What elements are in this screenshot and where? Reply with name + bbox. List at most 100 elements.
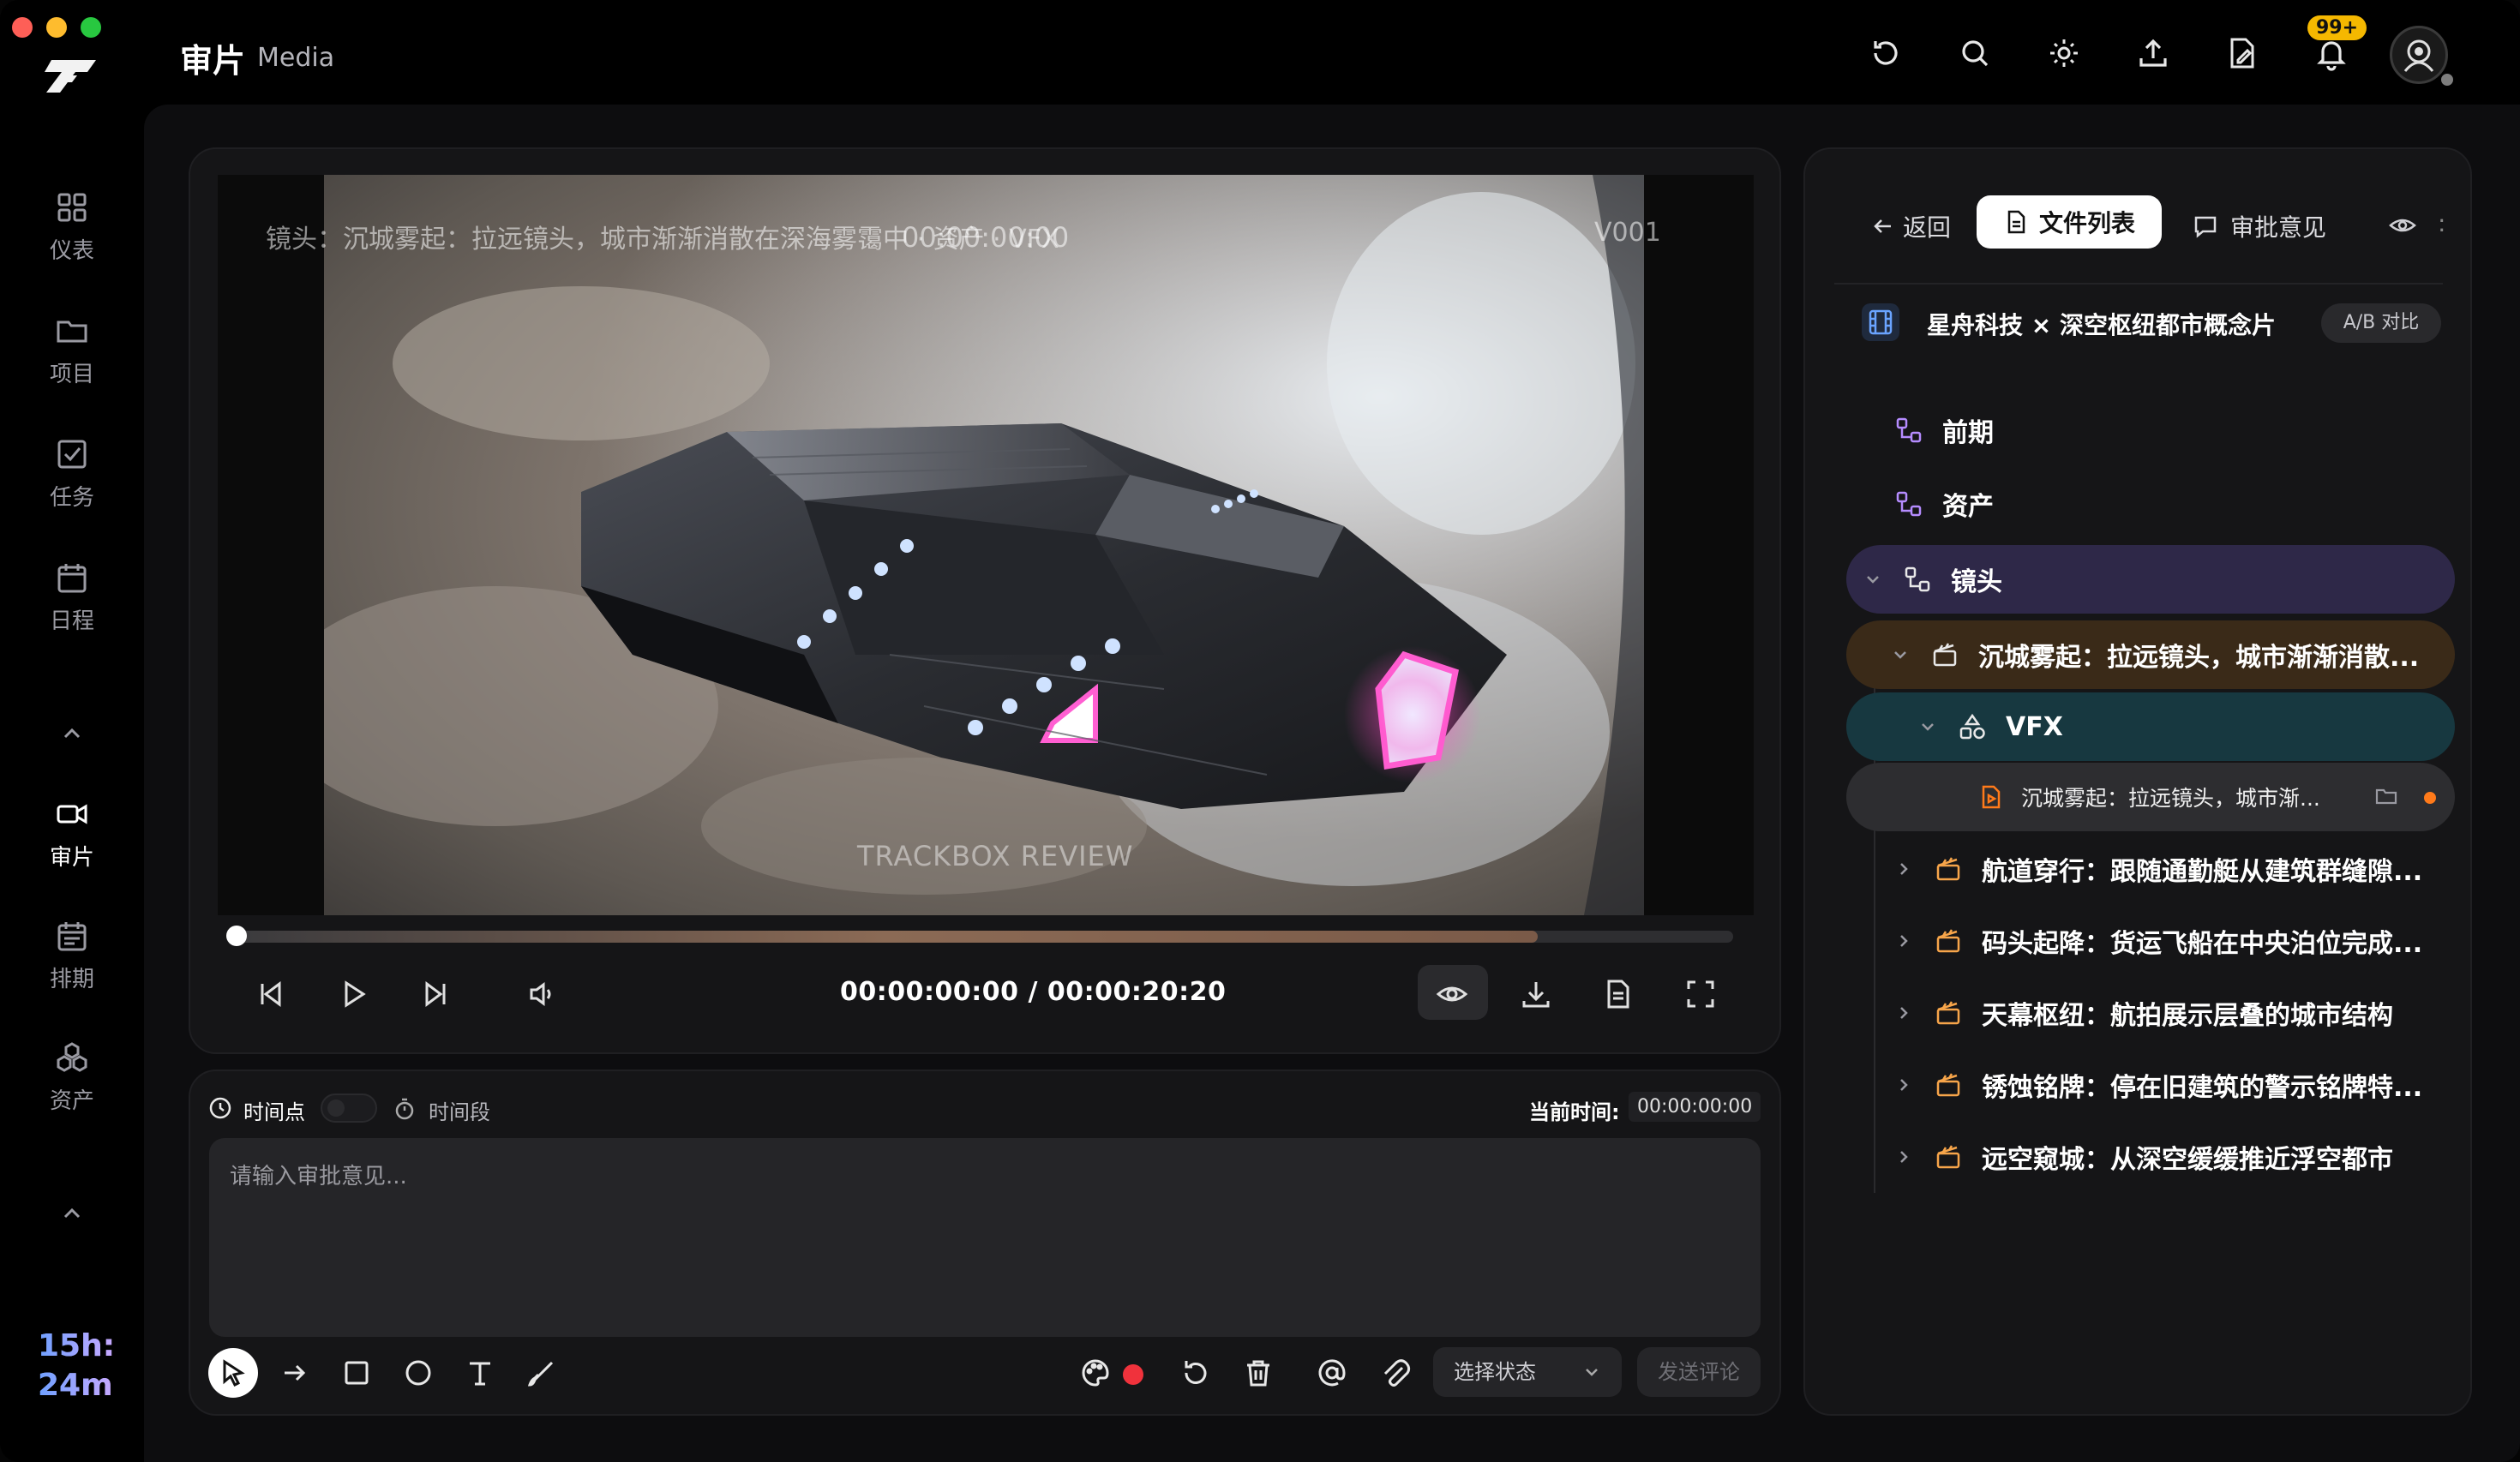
arrow-tool-icon[interactable] [278,1356,312,1390]
clapperboard-icon [1936,1073,1960,1097]
search-icon[interactable] [1956,34,1994,72]
tree-item-assets[interactable]: 资产 [1894,470,1994,538]
tree-item-label: 天幕枢纽：航拍展示层叠的城市结构 [1982,1001,2393,1031]
comment-bubble-icon [2194,216,2217,238]
sidebar-item-dashboard[interactable]: 仪表 [0,190,144,265]
rectangle-tool-icon[interactable] [339,1356,374,1390]
tree-item-shot-active[interactable]: 沉城雾起：拉远镜头，城市渐渐消散... [1846,620,2455,689]
download-icon[interactable] [1519,977,1553,1011]
video-viewport[interactable] [218,175,1754,915]
app-logo-icon[interactable] [43,55,99,98]
eye-icon[interactable] [2388,211,2417,240]
status-select[interactable]: 选择状态 [1433,1347,1622,1397]
timerange-label: 时间段 [429,1100,490,1124]
send-comment-button[interactable]: 发送评论 [1637,1347,1761,1397]
tree-item-shot[interactable]: 远空窥城：从深空缓缓推近浮空都市 [1894,1123,2393,1191]
chevron-right-icon [1900,863,1908,875]
avatar[interactable] [2390,26,2448,84]
sidebar-item-tasks[interactable]: 任务 [0,437,144,512]
close-window-button[interactable] [12,17,33,38]
clapperboard-icon [1936,857,1960,881]
file-edit-icon[interactable] [2223,34,2261,72]
chevron-right-icon [1900,935,1908,947]
attachment-icon[interactable] [1378,1356,1413,1390]
tree-item-shot[interactable]: 锈蚀铭牌：停在旧建筑的警示铭牌特... [1894,1051,2422,1119]
more-tabs-indicator[interactable]: : [2438,209,2445,237]
document-icon [2007,210,2025,234]
tree-item-file-active[interactable]: 沉城雾起：拉远镜头，城市渐... [1846,763,2455,831]
chevron-right-icon [1900,1079,1908,1091]
sidebar-item-label: 排期 [49,967,94,992]
page-subtitle: Media [257,43,335,73]
minimize-window-button[interactable] [46,17,67,38]
tab-file-list[interactable]: 文件列表 [1977,195,2162,249]
back-button[interactable]: 返回 [1872,209,1951,243]
eye-icon [1436,986,1468,1002]
circle-tool-icon[interactable] [401,1356,435,1390]
sidebar-item-label: 任务 [49,485,94,511]
tree-item-shot[interactable]: 航道穿行：跟随通勤艇从建筑群缝隙... [1894,835,2422,903]
review-comment-input[interactable] [209,1138,1761,1337]
upload-icon[interactable] [2134,34,2172,72]
tree-item-vfx[interactable]: VFX [1846,692,2455,761]
video-frame-spaceship [324,175,1644,915]
brush-tool-icon[interactable] [525,1356,559,1390]
unread-indicator [2424,792,2436,804]
playback-progress-bar[interactable] [226,926,1733,946]
folder-open-icon[interactable] [2374,783,2400,809]
sidebar-item-schedule[interactable]: 日程 [0,560,144,635]
work-timer: 15h: 24m [38,1327,115,1405]
sidebar-item-review[interactable]: 审片 [0,797,144,872]
current-time-value: 00:00:00:00 [1629,1092,1761,1122]
sidebar-item-label: 资产 [49,1088,94,1114]
sidebar-item-assets[interactable]: 资产 [0,1040,144,1115]
tree-item-shots[interactable]: 镜头 [1846,545,2455,614]
text-tool-icon[interactable] [463,1356,497,1390]
tree-item-label: 前期 [1942,418,1994,448]
undo-icon[interactable] [1178,1356,1212,1390]
timer-minutes: 24m [38,1366,115,1405]
sidebar-item-planning[interactable]: 排期 [0,919,144,993]
tab-review-comments[interactable]: 审批意见 [2193,209,2326,243]
sun-theme-icon[interactable] [2045,34,2083,72]
skip-forward-icon[interactable] [418,977,453,1011]
maximize-window-button[interactable] [81,17,101,38]
current-color-swatch[interactable] [1123,1364,1143,1385]
refresh-icon[interactable] [1867,34,1905,72]
current-time-label: 当前时间: [1529,1100,1620,1124]
cursor-arrow-icon [223,1359,245,1387]
assets-icon [57,1042,87,1072]
sidebar-item-label: 日程 [49,608,94,634]
time-mode-toggle[interactable] [321,1094,377,1123]
tab-review-label: 审批意见 [2230,213,2327,242]
tree-item-label: 沉城雾起：拉远镜头，城市渐渐消散... [1978,643,2420,673]
document-icon[interactable] [1601,977,1635,1011]
video-watermark-brand: TRACKBOX REVIEW [857,840,1134,872]
tree-item-shot[interactable]: 天幕枢纽：航拍展示层叠的城市结构 [1894,979,2393,1047]
volume-icon[interactable] [525,977,559,1011]
mention-icon[interactable] [1315,1356,1349,1390]
collapse-chevron-icon[interactable] [55,720,89,746]
tree-item-label: 远空窥城：从深空缓缓推近浮空都市 [1982,1145,2393,1175]
sidebar-item-projects[interactable]: 项目 [0,314,144,388]
tree-item-label: VFX [2006,711,2063,742]
presence-indicator [2439,72,2455,87]
chevron-down-icon [1867,576,1879,584]
trash-icon[interactable] [1241,1356,1275,1390]
clapperboard-icon [1936,1001,1960,1025]
collapse-chevron-icon[interactable] [55,1200,89,1225]
skip-back-icon[interactable] [254,977,288,1011]
page-title: 审片 [180,42,246,80]
spaceship-render-image [324,175,1644,915]
palette-icon[interactable] [1078,1356,1113,1390]
chevron-down-icon [1586,1369,1598,1376]
tree-item-pre[interactable]: 前期 [1894,396,1994,464]
project-icon [1862,303,1899,341]
progress-scrubber-handle[interactable] [226,926,247,946]
fullscreen-icon[interactable] [1683,977,1718,1011]
play-icon[interactable] [336,977,370,1011]
tree-item-label: 镜头 [1951,567,2002,597]
ab-compare-button[interactable]: A/B 对比 [2321,303,2441,343]
current-timecode: 00:00:00:00 [840,977,1019,1007]
tree-item-shot[interactable]: 码头起降：货运飞船在中央泊位完成... [1894,907,2422,975]
